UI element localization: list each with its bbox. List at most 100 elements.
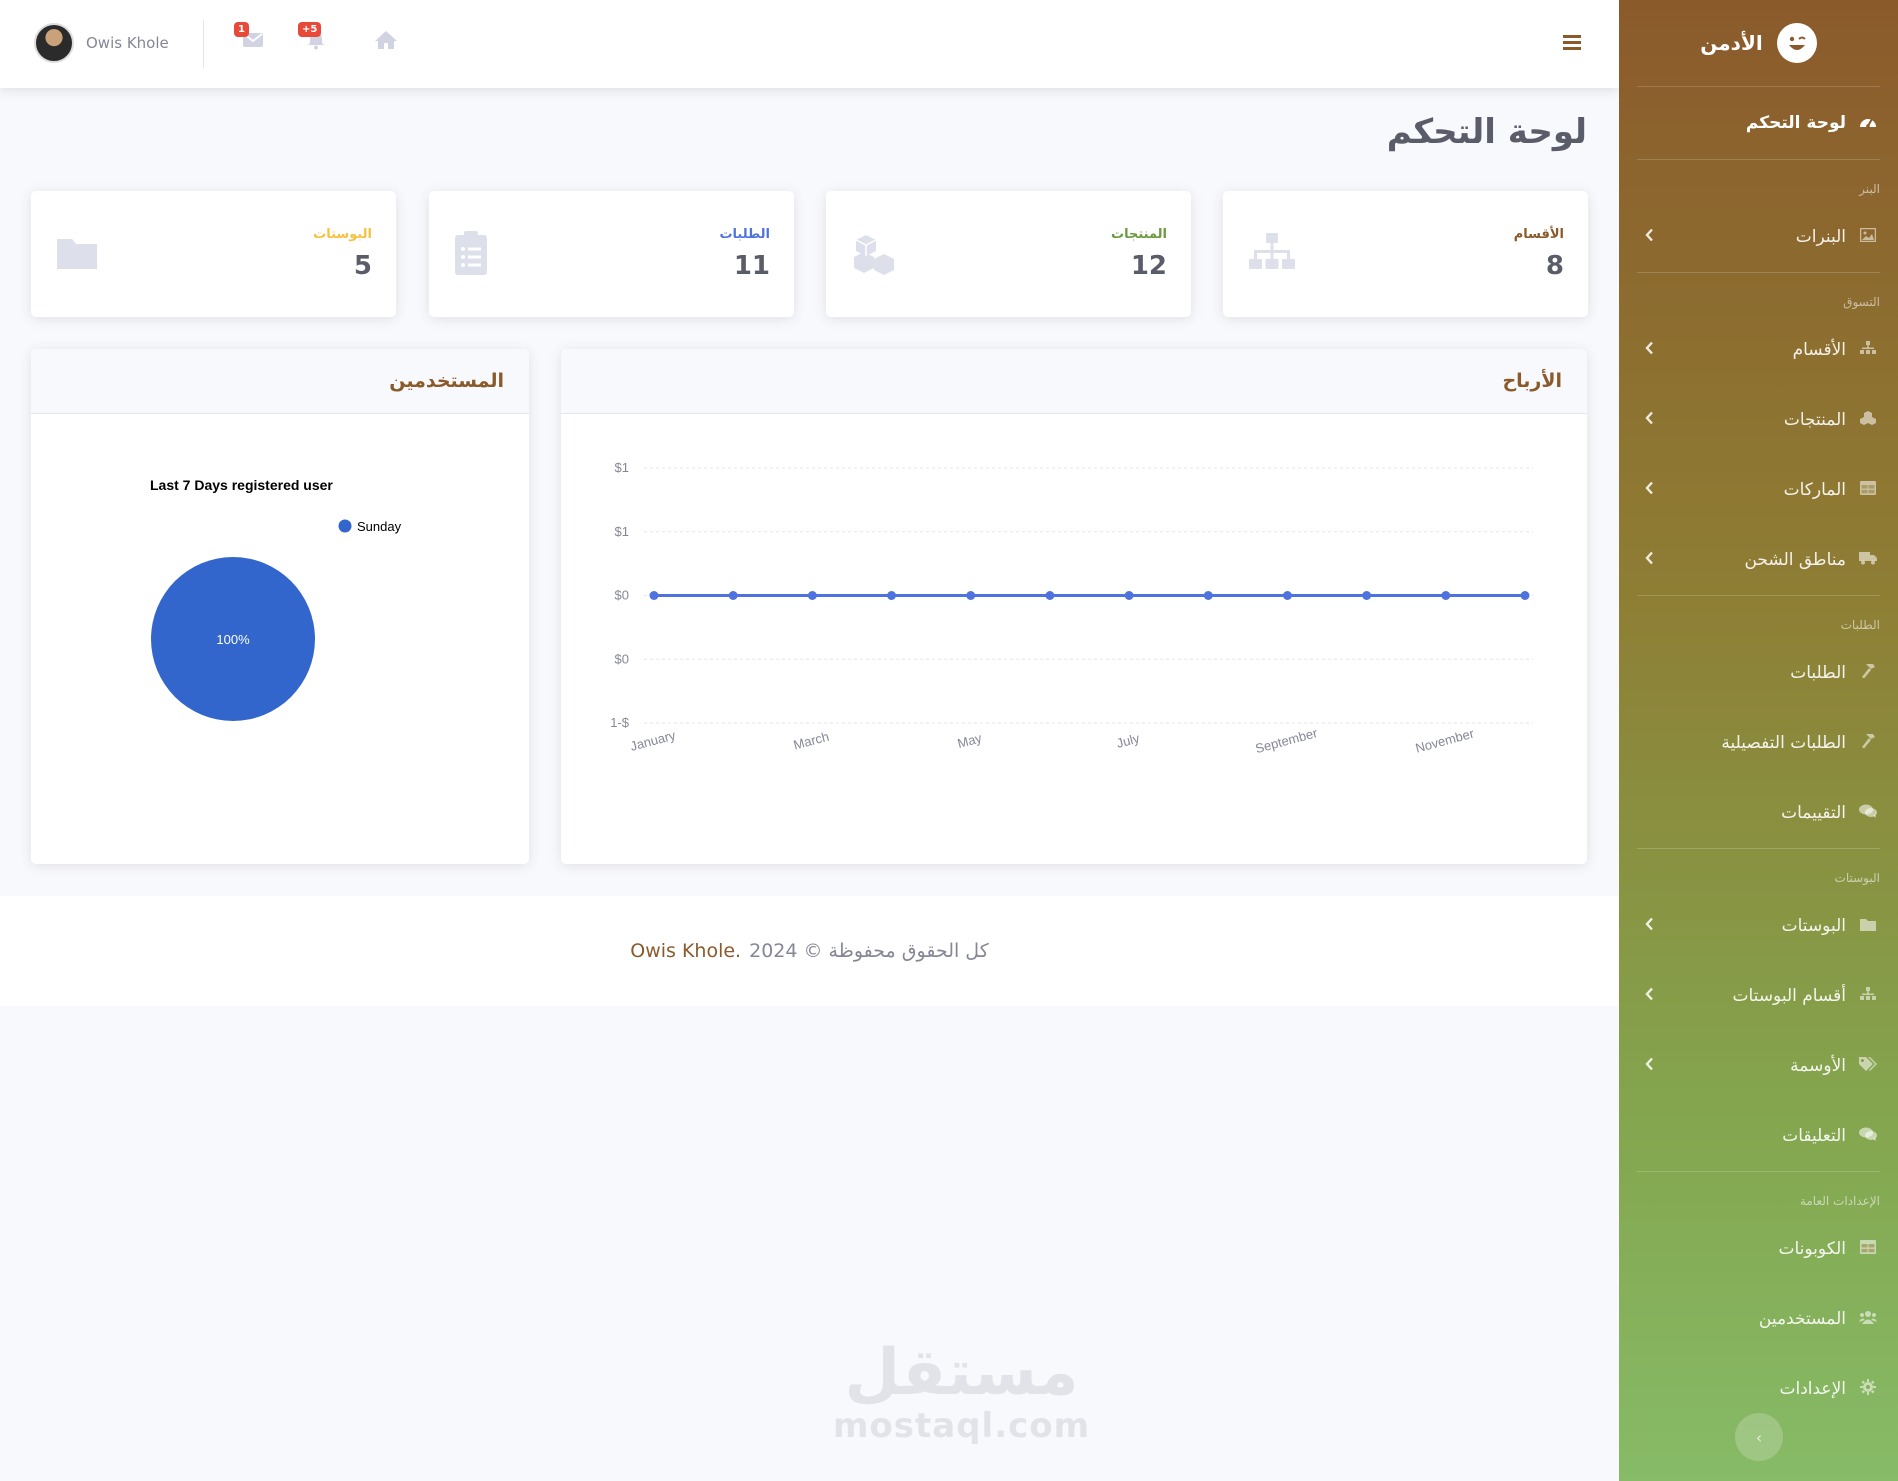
home-button[interactable]	[374, 30, 398, 55]
sidebar-item[interactable]: الماركات	[1619, 455, 1898, 525]
page-title: لوحة التحكم	[1386, 112, 1587, 152]
user-name: Owis Khole	[86, 34, 169, 52]
sidebar-item[interactable]: الأوسمة	[1619, 1031, 1898, 1101]
stat-label: المنتجات	[1111, 227, 1167, 242]
table-icon	[1856, 481, 1880, 499]
footer-brand[interactable]: Owis Khole.	[630, 940, 741, 962]
users-icon	[1856, 1310, 1880, 1328]
folder-icon	[57, 239, 97, 269]
data-point	[649, 591, 659, 600]
y-tick-label: $1	[615, 524, 629, 539]
clipboard-list-icon	[455, 231, 487, 275]
x-tick-label: July	[1115, 730, 1142, 751]
sidebar-heading: البوستات	[1834, 871, 1880, 885]
sidebar-item[interactable]: الأقسام	[1619, 315, 1898, 385]
alerts-button[interactable]: +5	[298, 22, 326, 55]
x-tick-label: March	[792, 729, 831, 753]
footer: Owis Khole. كل الحقوق محفوظة © 2024	[0, 896, 1619, 1006]
data-point	[1520, 591, 1530, 600]
data-point	[887, 591, 897, 600]
stat-value: 12	[1130, 251, 1167, 281]
sidebar-item-label: التعليقات	[1782, 1126, 1846, 1146]
truck-icon	[1856, 551, 1880, 569]
chevron-left-icon	[1645, 917, 1654, 935]
chevron-left-icon	[1645, 341, 1654, 359]
image-icon	[1856, 227, 1880, 246]
user-menu[interactable]: Owis Khole	[34, 23, 169, 63]
cubes-icon	[1856, 411, 1880, 429]
x-tick-label: November	[1414, 725, 1476, 755]
watermark: مستقل mostaql.com	[833, 1340, 1090, 1446]
sidebar-item[interactable]: الكوبونات	[1619, 1214, 1898, 1284]
stat-value: 11	[733, 251, 770, 281]
sidebar-toggle-button[interactable]	[1563, 28, 1581, 58]
sidebar-item[interactable]: مناطق الشحن	[1619, 525, 1898, 595]
sidebar-heading: البنر	[1859, 182, 1880, 196]
hammer-icon	[1856, 663, 1880, 683]
y-tick-label: $0	[615, 588, 629, 603]
data-point	[1203, 591, 1213, 600]
y-tick-label: 1-$	[610, 715, 630, 730]
sitemap-icon	[1856, 987, 1880, 1005]
sidebar-heading: الطلبات	[1840, 618, 1880, 632]
sidebar-item[interactable]: المنتجات	[1619, 385, 1898, 455]
stat-value: 8	[1545, 251, 1564, 281]
bars-icon	[1563, 35, 1581, 50]
profits-line-chart: $1 $1 $0 $0 1-$January March May July September N…	[610, 460, 1533, 756]
cubes-icon	[854, 235, 894, 275]
messages-button[interactable]: 1	[234, 22, 264, 54]
stat-value: 5	[353, 251, 372, 281]
sidebar-collapse-button[interactable]: ›	[1735, 1413, 1783, 1461]
data-point	[1362, 591, 1372, 600]
sidebar-item[interactable]: المستخدمين	[1619, 1284, 1898, 1354]
stat-label: الأقسام	[1513, 227, 1564, 242]
sidebar-item-label: البنرات	[1795, 227, 1846, 247]
users-panel: المستخدمين Last 7 Days registered user 10…	[31, 349, 529, 864]
sidebar-heading: التسوق	[1843, 295, 1880, 309]
data-point	[728, 591, 738, 600]
panel-header: الأرباح	[561, 349, 1587, 414]
sidebar-item-label: الأوسمة	[1790, 1056, 1846, 1076]
pie-title: Last 7 Days registered user	[150, 477, 333, 493]
data-point	[1124, 591, 1134, 600]
folder-icon	[1856, 917, 1880, 935]
home-icon	[375, 31, 397, 49]
chevron-left-icon	[1645, 987, 1654, 1005]
sidebar-brand[interactable]: الأدمن	[1619, 0, 1898, 86]
y-tick-label: $1	[615, 460, 629, 475]
comments-icon	[1856, 1127, 1880, 1145]
sidebar-item-label: مناطق الشحن	[1744, 550, 1846, 570]
x-tick-label: January	[629, 727, 678, 754]
sidebar-item[interactable]: الطلبات	[1619, 638, 1898, 708]
chevron-left-icon	[1645, 551, 1654, 569]
data-point	[807, 591, 817, 600]
watermark-latin: mostaql.com	[833, 1406, 1091, 1446]
sidebar-item-label: المستخدمين	[1758, 1309, 1846, 1329]
chevron-icon: ›	[1755, 1427, 1763, 1447]
alerts-badge: +5	[298, 22, 322, 37]
panel-title: الأرباح	[1502, 370, 1562, 392]
sidebar-item-label: التقييمات	[1781, 803, 1846, 823]
profits-panel: الأرباح $1 $1 $0 $0 1-$ January March May July Se…	[561, 349, 1587, 864]
sidebar-item-label: الكوبونات	[1778, 1239, 1846, 1259]
sidebar-item[interactable]: التقييمات	[1619, 778, 1898, 848]
sidebar-item-label: الطلبات التفصيلية	[1721, 733, 1846, 753]
topbar: Owis Khole 1 +5	[0, 0, 1619, 88]
sidebar-item[interactable]: البنرات	[1619, 202, 1898, 272]
sidebar-item[interactable]: البوستات	[1619, 891, 1898, 961]
stat-label: الطلبات	[719, 227, 770, 242]
data-point	[1441, 591, 1451, 600]
data-point	[1282, 591, 1292, 600]
sidebar-item[interactable]: أقسام البوستات	[1619, 961, 1898, 1031]
gear-icon	[1856, 1379, 1880, 1399]
sidebar-item-label: الطلبات	[1790, 663, 1846, 683]
sidebar-item[interactable]: الطلبات التفصيلية	[1619, 708, 1898, 778]
sidebar-item-dashboard[interactable]: لوحة التحكم	[1619, 87, 1898, 159]
avatar[interactable]	[34, 23, 74, 63]
panel-header: المستخدمين	[31, 349, 529, 414]
sitemap-icon	[1856, 341, 1880, 359]
pie-slice-label: 100%	[216, 632, 250, 647]
chevron-left-icon	[1645, 228, 1654, 246]
sidebar-item[interactable]: التعليقات	[1619, 1101, 1898, 1171]
sidebar-item-label: الأقسام	[1792, 340, 1846, 360]
